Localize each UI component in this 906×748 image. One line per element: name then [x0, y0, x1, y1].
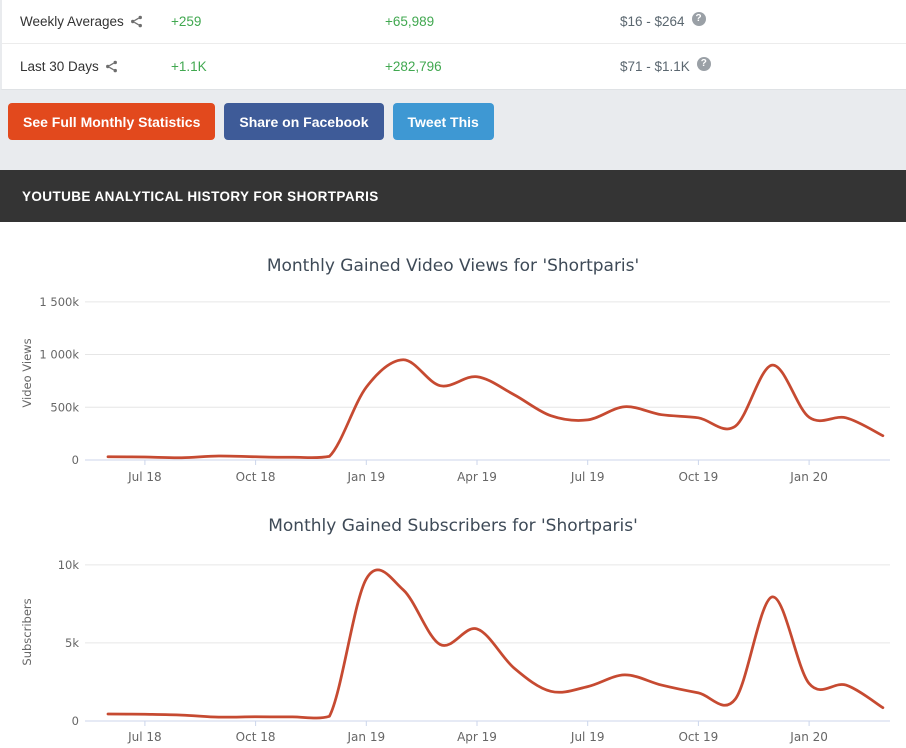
share-on-facebook-button[interactable]: Share on Facebook: [224, 103, 383, 140]
x-tick-label: Oct 19: [678, 470, 718, 484]
table-row-last-30-days: Last 30 Days +1.1K +282,796 $71 - $1.1K …: [2, 43, 906, 89]
x-tick-label: Jul 19: [570, 730, 605, 744]
y-tick-label: 0: [72, 453, 79, 467]
x-tick-label: Jan 20: [789, 470, 828, 484]
question-icon[interactable]: ?: [692, 12, 706, 26]
analytical-history-title: YOUTUBE ANALYTICAL HISTORY FOR SHORTPARI…: [22, 189, 379, 204]
weekly-subscribers-gained: +259: [171, 14, 385, 29]
see-full-monthly-statistics-button[interactable]: See Full Monthly Statistics: [8, 103, 215, 140]
series-line[interactable]: [108, 570, 883, 718]
row-label-weekly-averages: Weekly Averages: [2, 14, 171, 29]
weekly-views-gained: +65,989: [385, 14, 620, 29]
earnings-text: $16 - $264: [620, 14, 685, 29]
share-icon[interactable]: [130, 15, 143, 28]
x-tick-label: Jan 19: [347, 730, 386, 744]
x-tick-label: Jul 19: [570, 470, 605, 484]
stats-table: Weekly Averages +259 +65,989 $16 - $264 …: [0, 0, 906, 90]
monthly-views-gained: +282,796: [385, 59, 620, 74]
series-line[interactable]: [108, 360, 883, 458]
monthly-subscribers-gained: +1.1K: [171, 59, 385, 74]
action-buttons-band: See Full Monthly Statistics Share on Fac…: [0, 90, 906, 170]
x-tick-label: Oct 19: [678, 730, 718, 744]
share-icon[interactable]: [105, 60, 118, 73]
x-tick-label: Jul 18: [127, 730, 162, 744]
x-tick-label: Apr 19: [457, 470, 497, 484]
y-tick-label: 5k: [65, 636, 79, 650]
x-tick-label: Jul 18: [127, 470, 162, 484]
table-row-weekly-averages: Weekly Averages +259 +65,989 $16 - $264 …: [2, 0, 906, 43]
subscribers-chart: 0 5k 10k Jul 18 Oct 18 Jan 19 Apr 19 Jul 19 Oct …: [0, 495, 906, 748]
y-axis-title: Video Views: [20, 338, 34, 407]
x-tick-label: Jan 20: [789, 730, 828, 744]
x-tick-label: Jan 19: [347, 470, 386, 484]
video-views-chart: 0 500k 1 000k 1 500k Jul 18 Oct 18 Jan 19 Apr 1…: [0, 222, 906, 495]
row-label-last-30-days: Last 30 Days: [2, 59, 171, 74]
charts-section: 0 500k 1 000k 1 500k Jul 18 Oct 18 Jan 19 Apr 1…: [0, 222, 906, 748]
question-icon[interactable]: ?: [697, 57, 711, 71]
x-tick-label: Apr 19: [457, 730, 497, 744]
weekly-estimated-earnings: $16 - $264 ?: [620, 14, 906, 29]
chart-title: Monthly Gained Subscribers for 'Shortpar…: [268, 516, 638, 536]
x-tick-label: Oct 18: [236, 470, 276, 484]
analytical-history-header: YOUTUBE ANALYTICAL HISTORY FOR SHORTPARI…: [0, 170, 906, 222]
row-label-text: Last 30 Days: [20, 59, 99, 74]
x-tick-label: Oct 18: [236, 730, 276, 744]
monthly-estimated-earnings: $71 - $1.1K ?: [620, 59, 906, 74]
y-tick-label: 0: [72, 714, 79, 728]
video-views-chart-svg: 0 500k 1 000k 1 500k Jul 18 Oct 18 Jan 19 Apr 1…: [0, 222, 906, 495]
chart-title: Monthly Gained Video Views for 'Shortpar…: [267, 256, 639, 276]
y-tick-label: 1 000k: [39, 348, 79, 362]
y-axis-title: Subscribers: [20, 598, 34, 665]
subscribers-chart-svg: 0 5k 10k Jul 18 Oct 18 Jan 19 Apr 19 Jul 19 Oct …: [0, 495, 906, 748]
earnings-text: $71 - $1.1K: [620, 59, 690, 74]
tweet-this-button[interactable]: Tweet This: [393, 103, 494, 140]
y-tick-label: 10k: [58, 558, 80, 572]
y-tick-label: 1 500k: [39, 295, 79, 309]
y-tick-label: 500k: [50, 400, 79, 414]
page: Weekly Averages +259 +65,989 $16 - $264 …: [0, 0, 906, 748]
row-label-text: Weekly Averages: [20, 14, 124, 29]
